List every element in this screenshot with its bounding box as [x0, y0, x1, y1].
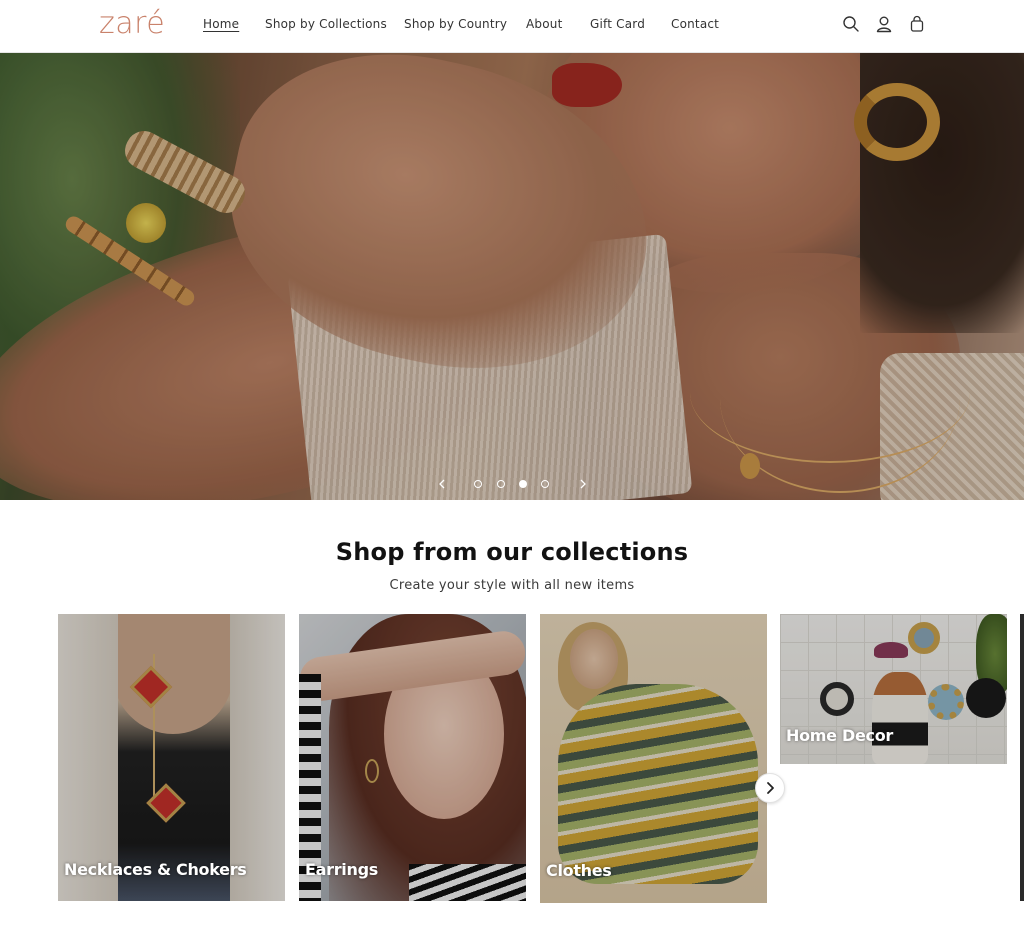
slide-dot-1[interactable]	[474, 480, 482, 488]
hero-slider-controls	[0, 476, 1024, 492]
collections-title: Shop from our collections	[335, 538, 689, 566]
collection-label: Earrings	[305, 860, 378, 879]
chevron-left-icon[interactable]	[435, 476, 449, 492]
nav-item-about[interactable]: About	[526, 17, 562, 31]
nav-item-shop-by-collections[interactable]: Shop by Collections	[265, 17, 387, 31]
brand-logo[interactable]: zaré	[99, 6, 165, 41]
account-icon[interactable]	[875, 15, 893, 33]
card-shade	[540, 614, 767, 903]
search-icon[interactable]	[842, 15, 860, 33]
collection-label: Home Decor	[786, 726, 893, 745]
chevron-right-icon[interactable]	[576, 476, 590, 492]
collection-card-necklaces[interactable]: Necklaces & Chokers	[58, 614, 285, 901]
collection-card-home-decor[interactable]: Home Decor	[780, 614, 1007, 764]
cart-icon[interactable]	[908, 15, 926, 33]
collection-card-earrings[interactable]: Earrings	[299, 614, 526, 901]
hero-banner	[0, 53, 1024, 500]
slide-dot-2[interactable]	[497, 480, 505, 488]
nav-item-contact[interactable]: Contact	[671, 17, 719, 31]
hero-overlay	[0, 53, 1024, 500]
nav-item-home[interactable]: Home	[203, 17, 239, 31]
slide-dot-4[interactable]	[541, 480, 549, 488]
card-shade	[299, 614, 526, 901]
chevron-right-icon	[767, 782, 774, 794]
site-header: zaré Home Shop by Collections Shop by Co…	[0, 0, 1024, 53]
collection-card-clothes[interactable]: Clothes	[540, 614, 767, 903]
collections-subtitle: Create your style with all new items	[389, 578, 635, 593]
card-shade	[58, 614, 285, 901]
carousel-next-button[interactable]	[755, 773, 785, 803]
nav-item-gift-card[interactable]: Gift Card	[590, 17, 645, 31]
slide-dot-3[interactable]	[519, 480, 527, 488]
next-card-peek	[1020, 614, 1024, 901]
collection-label: Necklaces & Chokers	[64, 860, 247, 879]
nav-item-shop-by-country[interactable]: Shop by Country	[404, 17, 507, 31]
collection-label: Clothes	[546, 861, 612, 880]
